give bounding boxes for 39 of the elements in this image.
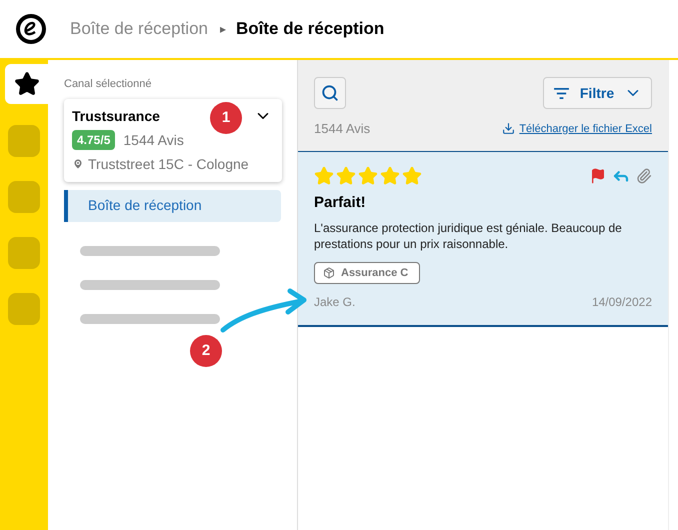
search-icon [321, 84, 339, 102]
breadcrumb-current: Boîte de réception [236, 18, 384, 40]
breadcrumb-separator: ▸ [220, 21, 226, 38]
tag-label: Assurance C [341, 266, 408, 281]
rail-tile[interactable] [8, 293, 40, 325]
rating-badge: 4.75/5 [72, 130, 116, 150]
package-icon [323, 267, 335, 279]
star-icon [314, 166, 334, 186]
download-link[interactable]: Télécharger le fichier Excel [502, 120, 652, 137]
rail-tile[interactable] [8, 181, 40, 213]
review-count: 1544 Avis [314, 120, 370, 138]
annotation-marker: 2 [190, 335, 222, 367]
paperclip-icon[interactable] [636, 168, 652, 184]
star-icon [380, 166, 400, 186]
filter-icon [552, 86, 570, 100]
rail-tab[interactable] [5, 64, 48, 104]
breadcrumb-link[interactable]: Boîte de réception [70, 16, 208, 42]
rail-tile[interactable] [8, 237, 40, 269]
review-card[interactable]: Parfait! L'assurance protection juridique est géniale. Beaucoup de prestations pour un prix raisonnable. Assurance C Jake G. 14/09/2022 [298, 150, 668, 327]
review-date: 14/09/2022 [592, 294, 652, 311]
logo-icon[interactable] [15, 13, 47, 45]
star-icon [14, 71, 40, 97]
star-icon [402, 166, 422, 186]
review-title: Parfait! [314, 192, 367, 212]
search-button[interactable] [314, 77, 346, 109]
star-icon [336, 166, 356, 186]
channel-address: Truststreet 15C - Cologne [88, 154, 249, 174]
channel-name: Trustsurance [72, 106, 160, 126]
rail-tile[interactable] [8, 125, 40, 157]
filter-button[interactable]: Filtre [543, 77, 652, 109]
sidebar-caption: Canal sélectionné [64, 77, 152, 92]
download-icon [502, 122, 516, 136]
flag-icon[interactable] [590, 168, 606, 184]
location-pin-icon [72, 158, 84, 170]
review-count: 1544 Avis [123, 130, 184, 150]
sidebar-item[interactable]: Boîte de réception [64, 190, 281, 222]
review-text: L'assurance protection juridique est géniale. Beaucoup de prestations pour un prix raisonnable. [314, 220, 623, 252]
star-icon [358, 166, 378, 186]
review-author: Jake G. [314, 294, 356, 311]
